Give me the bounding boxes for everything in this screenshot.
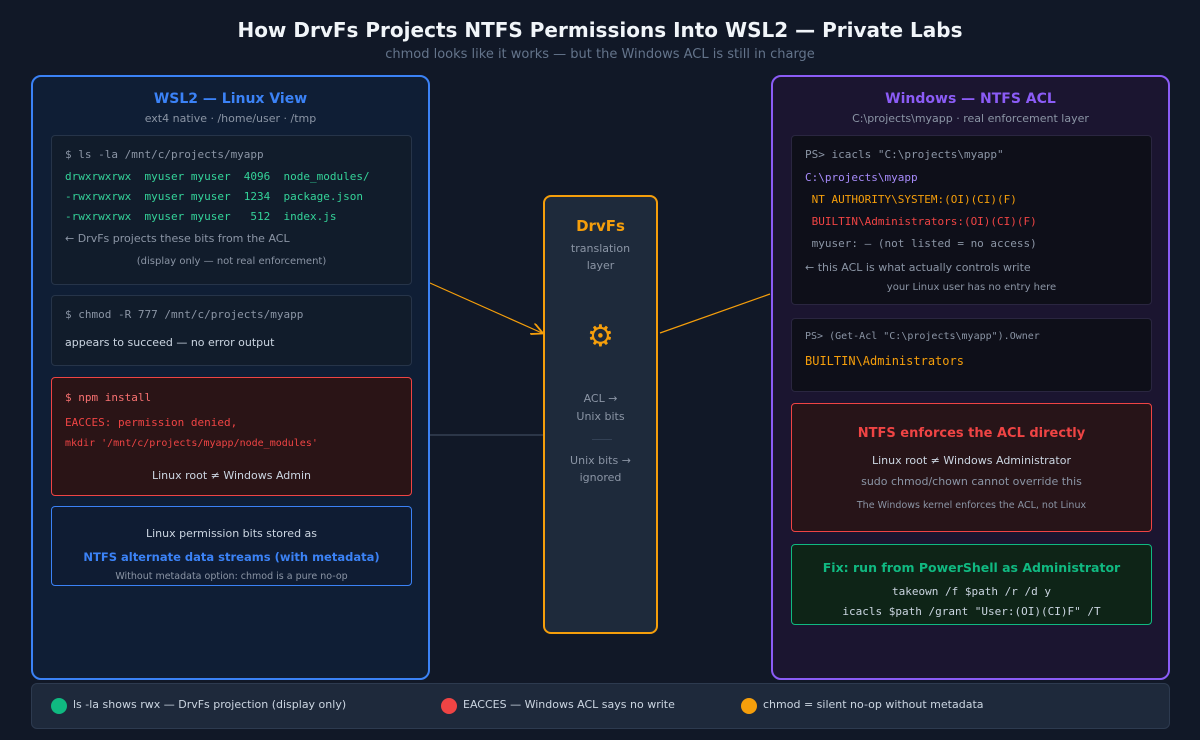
metadata-card: Linux permission bits stored as NTFS alt…: [51, 506, 412, 586]
npm-error-card: $ npm install EACCES: permission denied,…: [51, 377, 412, 496]
metadata-line-2: NTFS alternate data streams (with metada…: [83, 550, 380, 564]
legend-dot-green: [51, 698, 67, 714]
npm-error-line: EACCES: permission denied,: [65, 416, 238, 429]
legend: ls -la shows rwx — DrvFs projection (dis…: [31, 683, 1170, 729]
icacls-controls-note: ← this ACL is what actually controls wri…: [805, 261, 1031, 274]
owner-result: BUILTIN\Administrators: [805, 354, 964, 368]
linux-view-panel: WSL2 — Linux View ext4 native · /home/us…: [31, 75, 430, 680]
drvfs-title: DrvFs: [576, 217, 625, 235]
enforce-line-1: Linux root ≠ Windows Administrator: [872, 454, 1071, 467]
drvfs-divider: [592, 439, 612, 440]
icacls-command: PS> icacls "C:\projects\myapp": [805, 148, 1004, 161]
drvfs-translation-box: DrvFs translation layer ⚙ ACL → Unix bit…: [543, 195, 658, 634]
windows-panel-subtitle: C:\projects\myapp · real enforcement lay…: [852, 112, 1089, 125]
owner-command: PS> (Get-Acl "C:\projects\myapp").Owner: [805, 331, 1040, 342]
drvfs-map-unix: Unix bits: [576, 410, 625, 423]
legend-item-projection: ls -la shows rwx — DrvFs projection (dis…: [73, 698, 347, 711]
legend-item-chmod: chmod = silent no-op without metadata: [763, 698, 984, 711]
drvfs-sub-1: translation: [570, 242, 631, 255]
connector-ls-to-drvfs: [411, 274, 542, 333]
chmod-result-note: appears to succeed — no error output: [65, 336, 275, 349]
fix-title: Fix: run from PowerShell as Administrato…: [822, 560, 1121, 575]
ls-command: $ ls -la /mnt/c/projects/myapp: [65, 148, 264, 161]
fix-card: Fix: run from PowerShell as Administrato…: [791, 544, 1152, 625]
legend-dot-red: [441, 698, 457, 714]
drvfs-map-unix-bits: Unix bits →: [570, 454, 631, 467]
npm-error-path: mkdir '/mnt/c/projects/myapp/node_module…: [65, 438, 318, 449]
gear-icon: ⚙: [587, 319, 614, 354]
legend-dot-orange: [741, 698, 757, 714]
drvfs-sub-2: layer: [586, 259, 615, 272]
npm-root-note: Linux root ≠ Windows Admin: [151, 469, 312, 482]
npm-command: $ npm install: [65, 391, 152, 404]
enforce-line-2: sudo chmod/chown cannot override this: [861, 475, 1082, 488]
acl-entry-myuser: myuser: — (not listed = no access): [805, 237, 1037, 250]
connector-drvfs-to-acl: [659, 293, 771, 334]
ls-row: -rwxrwxrwx myuser myuser 512 index.js: [65, 210, 337, 223]
acl-entry-administrators: BUILTIN\Administrators:(OI)(CI)(F): [805, 215, 1037, 228]
metadata-line-1: Linux permission bits stored as: [145, 527, 318, 540]
windows-panel-title: Windows — NTFS ACL: [885, 91, 1056, 107]
windows-acl-panel: Windows — NTFS ACL C:\projects\myapp · r…: [771, 75, 1170, 680]
ls-projection-note: ← DrvFs projects these bits from the ACL: [65, 232, 290, 245]
icacls-no-entry-note: your Linux user has no entry here: [886, 282, 1057, 293]
metadata-line-3: Without metadata option: chmod is a pure…: [115, 571, 348, 582]
owner-card: PS> (Get-Acl "C:\projects\myapp").Owner …: [791, 318, 1152, 392]
ntfs-enforce-card: NTFS enforces the ACL directly Linux roo…: [791, 403, 1152, 532]
ls-display-only-note: (display only — not real enforcement): [136, 256, 327, 267]
ls-output-card: $ ls -la /mnt/c/projects/myapp drwxrwxrw…: [51, 135, 412, 285]
icacls-card: PS> icacls "C:\projects\myapp" C:\projec…: [791, 135, 1152, 305]
chmod-command: $ chmod -R 777 /mnt/c/projects/myapp: [65, 308, 304, 321]
ls-row: -rwxrwxrwx myuser myuser 1234 package.js…: [65, 190, 364, 203]
ls-row: drwxrwxrwx myuser myuser 4096 node_modul…: [65, 170, 370, 183]
drvfs-map-acl: ACL →: [583, 392, 618, 405]
fix-command-icacls: icacls $path /grant "User:(OI)(CI)F" /T: [842, 605, 1101, 618]
fix-command-takeown: takeown /f $path /r /d y: [892, 585, 1051, 598]
acl-entry-system: NT AUTHORITY\SYSTEM:(OI)(CI)(F): [805, 193, 1017, 206]
chmod-card: $ chmod -R 777 /mnt/c/projects/myapp app…: [51, 295, 412, 366]
drvfs-map-ignored: ignored: [579, 471, 622, 484]
linux-panel-title: WSL2 — Linux View: [153, 91, 308, 107]
enforce-line-3: The Windows kernel enforces the ACL, not…: [856, 500, 1087, 511]
enforce-title: NTFS enforces the ACL directly: [857, 426, 1086, 441]
linux-panel-subtitle: ext4 native · /home/user · /tmp: [144, 112, 317, 125]
legend-item-eacces: EACCES — Windows ACL says no write: [463, 698, 675, 711]
icacls-path: C:\projects\myapp: [805, 171, 918, 184]
